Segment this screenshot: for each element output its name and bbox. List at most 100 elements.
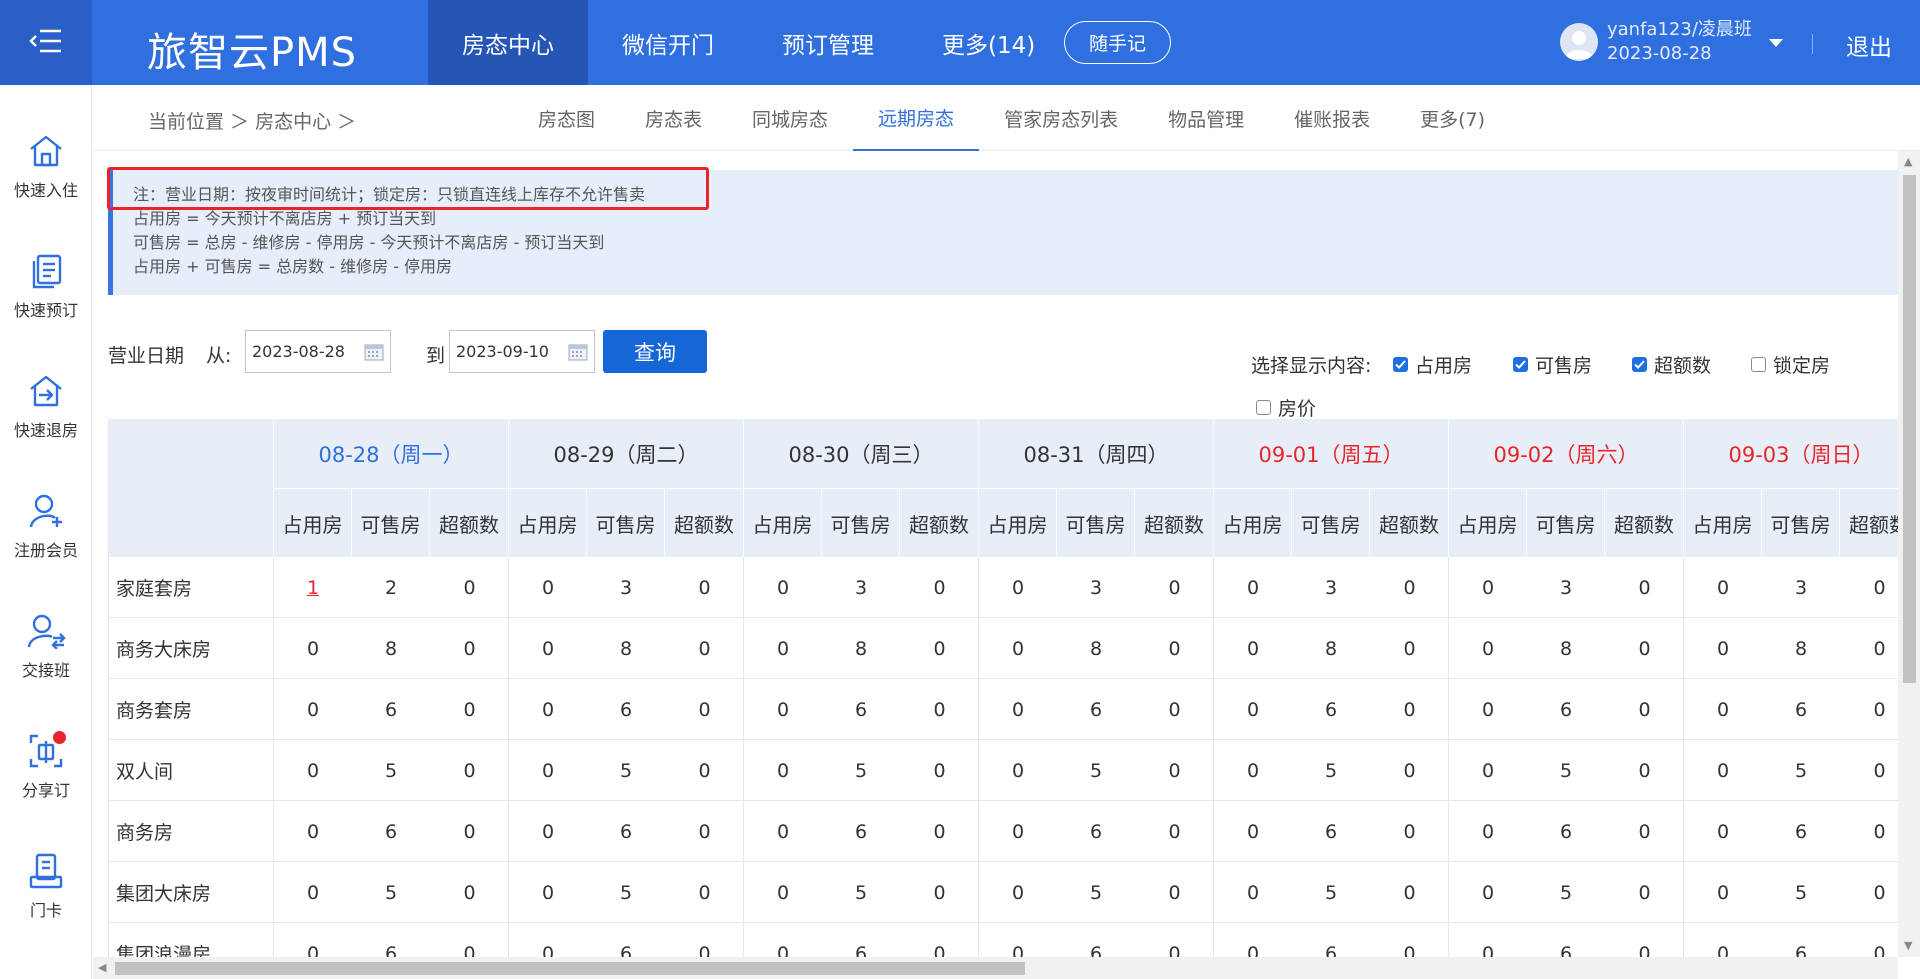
sidebar-item-label: 交接班 — [21, 661, 70, 680]
metric-header: 可售房 — [1527, 489, 1605, 557]
table-cell: 5 — [854, 881, 868, 904]
occupied-count-link[interactable]: 1 — [274, 557, 352, 618]
checkbox-locked[interactable]: 锁定房 — [1751, 351, 1830, 378]
table-cell: 0 — [933, 881, 946, 904]
table-cell: 0 — [1873, 637, 1886, 660]
sidebar-item-label: 分享订 — [21, 781, 70, 800]
checkbox-box[interactable] — [1751, 357, 1766, 372]
sidebar-item-shift-handover[interactable]: 交接班 — [0, 611, 92, 711]
table-cell: 8 — [854, 637, 868, 660]
table-cell: 0 — [1403, 759, 1416, 782]
horizontal-scrollbar[interactable]: ◀ — [93, 957, 1898, 979]
table-cell: 5 — [619, 759, 633, 782]
checkbox-overbooking[interactable]: 超额数 — [1632, 351, 1711, 378]
scroll-down-icon[interactable]: ▼ — [1904, 939, 1912, 952]
nav-wechat-door[interactable]: 微信开门 — [588, 0, 748, 85]
user-exchange-icon — [26, 611, 66, 651]
metric-header: 占用房 — [1449, 489, 1527, 557]
checkbox-box[interactable] — [1632, 357, 1647, 372]
table-cell: 5 — [1794, 759, 1808, 782]
metric-header: 可售房 — [822, 489, 900, 557]
from-date-input[interactable]: 2023-08-28 — [245, 330, 391, 373]
checkbox-occupied[interactable]: 占用房 — [1393, 351, 1472, 378]
logout-button[interactable]: 退出 — [1846, 28, 1892, 62]
nav-more[interactable]: 更多(14) — [908, 0, 1069, 85]
table-cell: 0 — [463, 698, 476, 721]
room-type-name: 商务房 — [116, 822, 174, 844]
sidebar-item-share-order[interactable]: 分享订 — [0, 731, 92, 831]
table-cell: 0 — [698, 820, 711, 843]
checkbox-room-price[interactable]: 房价 — [1256, 394, 1316, 421]
sidebar-item-quick-booking[interactable]: 快速预订 — [0, 251, 92, 351]
door-card-icon — [26, 851, 66, 891]
table-cell: 8 — [1089, 637, 1103, 660]
sidebar-item-door-card[interactable]: 门卡 — [0, 851, 92, 951]
tab-room-status-map[interactable]: 房态图 — [513, 85, 620, 151]
table-cell: 0 — [541, 942, 555, 958]
tab-housekeeping-list[interactable]: 管家房态列表 — [979, 85, 1143, 151]
table-cell: 0 — [1246, 881, 1260, 904]
checkout-house-icon — [26, 371, 66, 411]
table-cell: 0 — [1638, 820, 1651, 843]
scroll-up-icon[interactable]: ▲ — [1904, 155, 1912, 168]
vertical-scrollbar[interactable]: ▲ ▼ — [1898, 151, 1920, 957]
checkbox-box[interactable] — [1393, 357, 1408, 372]
calendar-icon[interactable] — [568, 343, 588, 365]
table-cell: 0 — [541, 576, 555, 599]
memo-button[interactable]: 随手记 — [1064, 21, 1171, 64]
tab-collection-report[interactable]: 催账报表 — [1269, 85, 1395, 151]
table-cell: 0 — [1873, 698, 1886, 721]
table-cell: 5 — [854, 759, 868, 782]
avatar — [1560, 23, 1598, 61]
to-label: 到 — [426, 345, 446, 367]
table-cell: 0 — [776, 637, 790, 660]
nav-booking-management[interactable]: 预订管理 — [748, 0, 908, 85]
checkbox-box[interactable] — [1256, 400, 1271, 415]
room-type-name: 商务大床房 — [116, 639, 212, 661]
sidebar-item-label: 快速预订 — [13, 301, 78, 320]
table-cell: 0 — [463, 637, 476, 660]
table-cell: 6 — [1794, 820, 1808, 843]
table-cell: 6 — [1089, 820, 1103, 843]
table-cell: 0 — [463, 576, 476, 599]
sidebar-item-label: 门卡 — [29, 901, 62, 920]
to-date-input[interactable]: 2023-09-10 — [449, 330, 595, 373]
sidebar-item-quick-checkin[interactable]: 快速入住 — [0, 131, 92, 231]
scroll-thumb[interactable] — [115, 962, 1025, 975]
table-cell: 0 — [1168, 759, 1181, 782]
query-button[interactable]: 查询 — [603, 330, 707, 373]
date-header: 09-03（周日） — [1684, 419, 1898, 489]
table-cell: 0 — [933, 637, 946, 660]
checkbox-box[interactable] — [1513, 357, 1528, 372]
nav-room-status-center[interactable]: 房态中心 — [428, 0, 588, 85]
checkbox-available[interactable]: 可售房 — [1513, 351, 1592, 378]
metric-header: 占用房 — [509, 489, 587, 557]
column-divider — [978, 557, 979, 957]
metric-header: 超额数 — [1840, 489, 1898, 557]
calendar-icon[interactable] — [364, 343, 384, 365]
sidebar-item-quick-checkout[interactable]: 快速退房 — [0, 371, 92, 471]
notice-line: 占用房 + 可售房 = 总房数 - 维修房 - 停用房 — [133, 257, 453, 276]
notice-panel: 注：营业日期：按夜审时间统计；锁定房：只锁直连线上库存不允许售卖 占用房 = 今… — [108, 170, 1898, 295]
sidebar-item-register-member[interactable]: 注册会员 — [0, 491, 92, 591]
tab-future-room-status[interactable]: 远期房态 — [853, 85, 980, 151]
table-cell: 3 — [1324, 576, 1338, 599]
metric-header: 超额数 — [1605, 489, 1684, 557]
table-cell: 0 — [1716, 698, 1730, 721]
tab-city-room-status[interactable]: 同城房态 — [727, 85, 853, 151]
user-menu[interactable]: yanfa123/凌晨班 2023-08-28 — [1560, 18, 1784, 66]
checkbox-label: 房价 — [1278, 398, 1317, 420]
table-cell: 0 — [933, 759, 946, 782]
tab-room-status-table[interactable]: 房态表 — [620, 85, 727, 151]
tab-more[interactable]: 更多(7) — [1395, 85, 1510, 151]
table-cell: 0 — [1481, 820, 1495, 843]
scroll-left-icon[interactable]: ◀ — [98, 961, 106, 974]
table-cell: 0 — [463, 820, 476, 843]
scroll-thumb[interactable] — [1903, 175, 1916, 683]
column-divider — [1213, 557, 1214, 957]
table-cell: 0 — [933, 942, 946, 958]
column-divider — [743, 557, 744, 957]
caret-down-icon — [1768, 33, 1784, 52]
menu-toggle-button[interactable] — [0, 0, 92, 85]
tab-items-management[interactable]: 物品管理 — [1143, 85, 1269, 151]
